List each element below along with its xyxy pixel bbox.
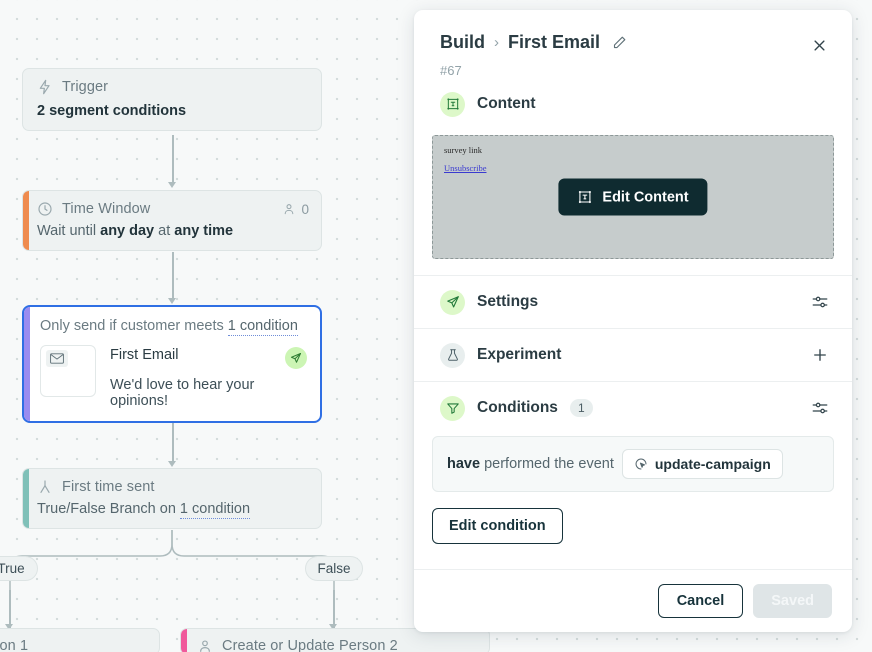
condition-phrase: performed the event: [480, 456, 614, 472]
node-trigger[interactable]: Trigger 2 segment conditions: [22, 68, 322, 131]
edit-content-button-label: Edit Content: [602, 189, 688, 205]
funnel-icon: [440, 396, 465, 421]
condition-operator: have: [447, 456, 480, 472]
node-accent-bar: [24, 307, 30, 421]
sub-prefix: Wait until: [37, 223, 100, 239]
branch-label-false[interactable]: False: [305, 556, 363, 581]
breadcrumb-separator: ›: [494, 34, 499, 51]
preview-unsubscribe-link[interactable]: Unsubscribe: [444, 163, 487, 173]
pencil-icon[interactable]: [612, 35, 627, 50]
branch-sub-prefix: True/False Branch on: [37, 501, 180, 517]
node-person-2-title: Create or Update Person 2: [222, 638, 398, 652]
node-person-count-value: 0: [301, 202, 309, 217]
section-content-label: Content: [477, 95, 536, 113]
branch-icon: [37, 479, 53, 495]
preview-survey-text: survey link: [444, 145, 822, 155]
node-person-count: 0: [282, 202, 309, 217]
node-branch-title: First time sent: [62, 479, 155, 495]
conditions-count-badge: 1: [570, 399, 593, 417]
conditions-body: have performed the event update-campaign…: [414, 434, 852, 544]
text-frame-icon: [577, 190, 592, 205]
condition-prefix: Only send if customer meets: [40, 318, 228, 334]
edge-arrow-2: [168, 298, 176, 304]
edge-timewindow-to-email: [172, 252, 174, 300]
section-experiment-label: Experiment: [477, 346, 561, 364]
edge-trigger-to-timewindow: [172, 135, 174, 185]
node-first-time-sent[interactable]: First time sent True/False Branch on 1 c…: [22, 468, 322, 529]
node-trigger-subtitle: 2 segment conditions: [37, 103, 309, 119]
condition-text: have performed the event: [447, 456, 614, 472]
edit-content-button[interactable]: Edit Content: [558, 179, 707, 216]
panel-body: Content survey link Unsubscribe: [414, 78, 852, 569]
node-email-preview: We'd love to hear your opinions!: [110, 377, 271, 409]
breadcrumb-root[interactable]: Build: [440, 32, 485, 53]
edge-false-down: [333, 590, 335, 628]
email-thumbnail[interactable]: [40, 345, 96, 397]
lightning-icon: [37, 79, 53, 95]
click-target-icon: [634, 457, 648, 471]
section-experiment-header[interactable]: Experiment: [414, 329, 852, 381]
node-time-window-subtitle: Wait until any day at any time: [37, 223, 309, 239]
edge-arrow-1: [168, 182, 176, 188]
close-icon[interactable]: [806, 32, 832, 58]
node-time-window[interactable]: Time Window 0 Wait until any day at any …: [22, 190, 322, 251]
node-email-condition: Only send if customer meets 1 condition: [40, 318, 307, 334]
node-time-window-title: Time Window: [62, 201, 150, 217]
plus-icon[interactable]: [808, 343, 832, 367]
node-trigger-title: Trigger: [62, 79, 108, 95]
node-first-email[interactable]: Only send if customer meets 1 condition …: [22, 305, 322, 423]
sub-bold-time: any time: [174, 223, 233, 239]
panel-header: Build › First Email #67: [414, 10, 852, 78]
event-chip[interactable]: update-campaign: [622, 449, 783, 479]
sub-mid: at: [154, 223, 174, 239]
node-branch-subtitle: True/False Branch on 1 condition: [37, 501, 309, 517]
flask-icon: [440, 343, 465, 368]
node-accent-bar: [23, 469, 29, 528]
section-settings-label: Settings: [477, 293, 538, 311]
condition-row: have performed the event update-campaign: [432, 436, 834, 492]
cancel-button[interactable]: Cancel: [658, 584, 744, 618]
event-chip-label: update-campaign: [655, 456, 771, 472]
email-content-preview[interactable]: survey link Unsubscribe: [432, 135, 834, 259]
condition-link[interactable]: 1 condition: [228, 318, 298, 336]
node-email-name: First Email: [110, 347, 271, 363]
edge-true-down: [9, 590, 11, 628]
branch-condition-link[interactable]: 1 condition: [180, 501, 250, 519]
clock-icon: [37, 201, 53, 217]
panel-footer: Cancel Saved: [414, 569, 852, 632]
section-settings-header[interactable]: Settings: [414, 276, 852, 328]
branch-label-true[interactable]: True: [0, 556, 38, 581]
person-icon: [197, 638, 213, 652]
save-button: Saved: [753, 584, 832, 618]
section-content-header[interactable]: Content: [414, 78, 852, 130]
node-create-update-person-1[interactable]: e Person 1: [0, 628, 160, 652]
sliders-icon[interactable]: [808, 396, 832, 420]
node-person-1-title: e Person 1: [0, 638, 28, 652]
paper-plane-icon: [440, 290, 465, 315]
details-panel: Build › First Email #67: [414, 10, 852, 632]
node-id-label: #67: [440, 63, 826, 78]
person-icon: [282, 202, 296, 216]
sliders-icon[interactable]: [808, 290, 832, 314]
sub-bold-day: any day: [100, 223, 154, 239]
edit-condition-button[interactable]: Edit condition: [432, 508, 563, 544]
section-conditions-header[interactable]: Conditions 1: [414, 382, 852, 434]
node-accent-bar: [181, 629, 187, 652]
breadcrumb: Build › First Email: [440, 32, 826, 53]
text-frame-icon: [440, 92, 465, 117]
envelope-icon: [46, 350, 68, 367]
section-conditions-label: Conditions: [477, 399, 558, 417]
breadcrumb-current: First Email: [508, 32, 600, 53]
edge-arrow-3: [168, 461, 176, 467]
content-preview-wrap: survey link Unsubscribe: [414, 130, 852, 275]
paper-plane-icon: [285, 347, 307, 369]
node-accent-bar: [23, 191, 29, 250]
